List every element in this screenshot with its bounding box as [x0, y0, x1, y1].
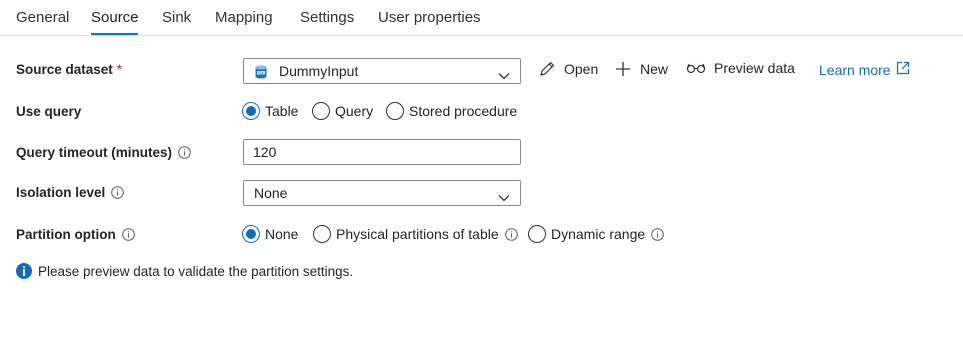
required-marker: * [116, 62, 123, 77]
radio-table-circle[interactable] [242, 102, 260, 120]
open-label: Open [564, 61, 599, 77]
info-icon[interactable] [121, 228, 135, 241]
partition-option-label: Partition option [16, 227, 135, 242]
info-icon[interactable] [111, 186, 125, 199]
radio-dynamic-range[interactable]: Dynamic range [528, 225, 664, 243]
radio-stored-procedure-label: Stored procedure [409, 103, 518, 119]
radio-table[interactable]: Table [242, 102, 298, 120]
query-timeout-label-text: Query timeout (minutes) [16, 145, 173, 160]
radio-stored-procedure-circle[interactable] [386, 102, 404, 120]
use-query-label: Use query [16, 104, 81, 119]
tab-mapping[interactable]: Mapping [215, 9, 273, 26]
tab-source[interactable]: Source [91, 9, 139, 26]
info-icon[interactable] [504, 227, 518, 241]
radio-table-label: Table [265, 103, 299, 119]
edit-pencil-icon [538, 60, 556, 78]
info-icon[interactable] [651, 227, 664, 241]
partition-option-label-text: Partition option [16, 227, 116, 242]
sql-database-icon: SQL [254, 64, 270, 80]
partition-info-message-text: Please preview data to validate the part… [38, 263, 354, 279]
radio-query-label: Query [335, 103, 374, 119]
tab-user-properties[interactable]: User properties [378, 9, 481, 26]
active-tab-indicator [91, 33, 138, 35]
radio-dynamic-range-circle[interactable] [528, 225, 546, 243]
info-icon[interactable] [178, 146, 191, 159]
radio-physical-partitions[interactable]: Physical partitions of table [313, 225, 518, 243]
chevron-down-icon [498, 67, 510, 80]
radio-partition-none[interactable]: None [242, 225, 298, 243]
radio-stored-procedure[interactable]: Stored procedure [386, 102, 517, 120]
query-timeout-label: Query timeout (minutes) [16, 145, 191, 160]
radio-query-circle[interactable] [312, 102, 330, 120]
radio-physical-partitions-label: Physical partitions of table [336, 226, 499, 242]
source-dataset-label-text: Source dataset [16, 62, 113, 77]
tab-sink[interactable]: Sink [162, 9, 191, 26]
chevron-down-icon [498, 189, 510, 202]
new-label: New [640, 61, 669, 77]
use-query-label-text: Use query [16, 104, 82, 119]
tab-bar: General Source Sink Mapping Settings Use… [0, 0, 963, 36]
tab-settings[interactable]: Settings [300, 9, 354, 26]
preview-data-label: Preview data [714, 60, 795, 76]
new-button[interactable]: New [614, 60, 668, 78]
source-dataset-dropdown[interactable]: SQL DummyInput [243, 58, 521, 84]
open-button[interactable]: Open [538, 60, 598, 78]
partition-info-message: Please preview data to validate the part… [16, 263, 353, 279]
query-timeout-input[interactable] [243, 139, 521, 165]
radio-dynamic-range-label: Dynamic range [551, 226, 646, 242]
plus-icon [614, 60, 632, 78]
info-filled-icon [16, 263, 32, 279]
learn-more-link[interactable]: Learn more [819, 61, 910, 78]
tab-general[interactable]: General [16, 9, 69, 26]
radio-partition-none-label: None [265, 226, 299, 242]
isolation-level-label-text: Isolation level [16, 185, 106, 200]
isolation-level-value: None [254, 185, 288, 201]
radio-query[interactable]: Query [312, 102, 373, 120]
radio-physical-partitions-circle[interactable] [313, 225, 331, 243]
isolation-level-dropdown[interactable]: None [243, 180, 521, 206]
glasses-icon [686, 61, 706, 75]
source-dataset-value: DummyInput [279, 63, 359, 79]
radio-partition-none-circle[interactable] [242, 225, 260, 243]
isolation-level-label: Isolation level [16, 185, 125, 200]
preview-data-button[interactable]: Preview data [686, 60, 795, 76]
source-dataset-label: Source dataset * [16, 62, 122, 77]
learn-more-label: Learn more [819, 61, 891, 78]
open-external-icon [896, 61, 910, 78]
svg-text:SQL: SQL [258, 71, 265, 75]
